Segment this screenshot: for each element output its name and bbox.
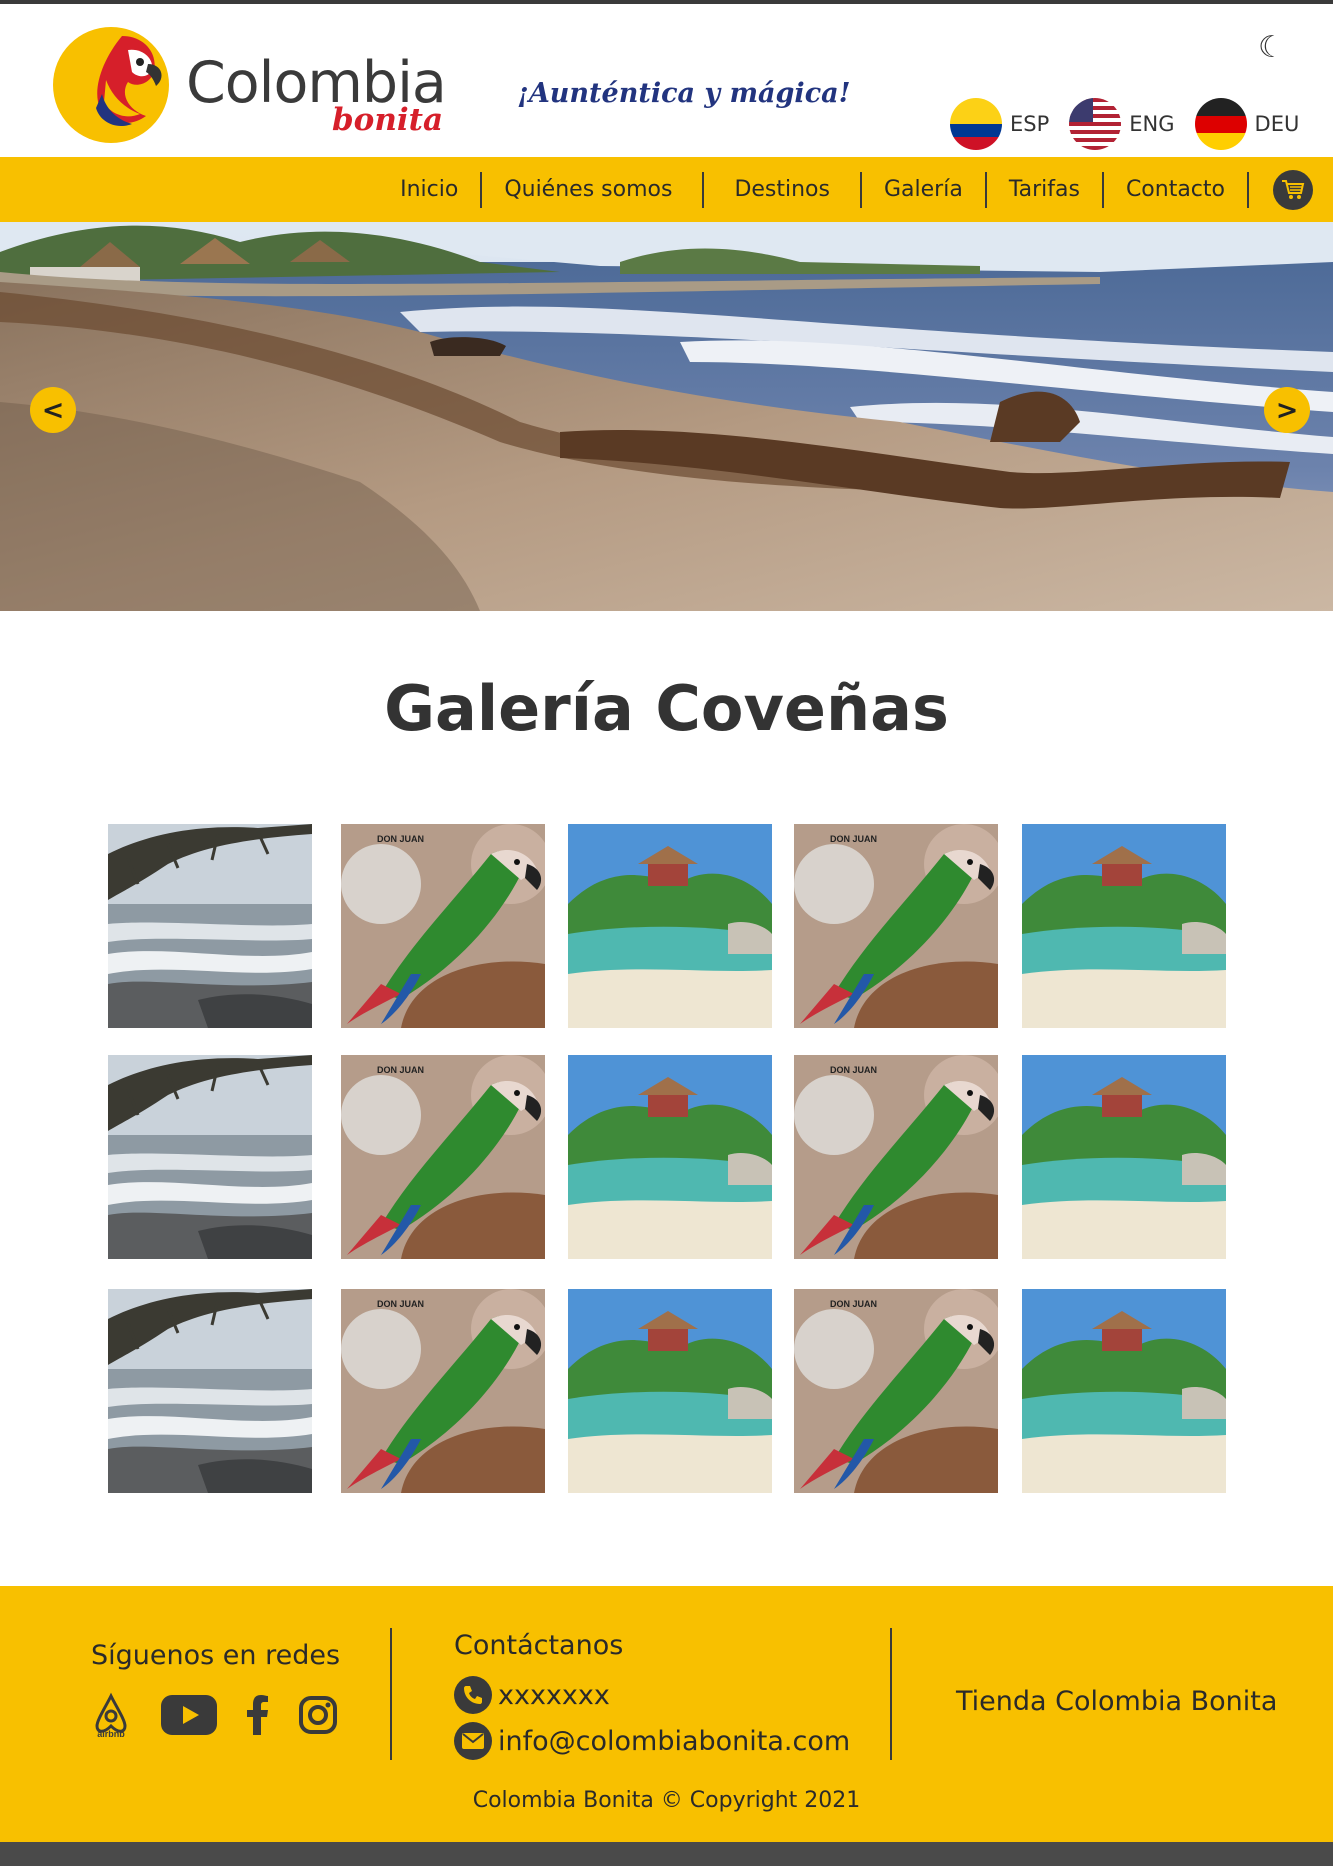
- gallery-thumb-macaw[interactable]: DON JUAN: [794, 1289, 998, 1493]
- gallery-thumb-island-cove[interactable]: [568, 1055, 772, 1259]
- macaw-photo: DON JUAN: [794, 824, 998, 1028]
- island-cove-photo: [568, 1289, 772, 1493]
- island-cove-photo: [568, 824, 772, 1028]
- macaw-photo: DON JUAN: [341, 1289, 545, 1493]
- island-cove-photo: [1022, 1055, 1226, 1259]
- gallery-thumb-beach-waves[interactable]: [108, 1289, 312, 1493]
- store-link[interactable]: Tienda Colombia Bonita: [956, 1686, 1277, 1717]
- gallery-thumb-beach-waves[interactable]: [108, 1055, 312, 1259]
- usa-flag-icon: [1069, 98, 1122, 150]
- contact-phone[interactable]: xxxxxxx: [454, 1676, 610, 1714]
- island-cove-photo: [568, 1055, 772, 1259]
- site-footer: Síguenos en redes airbnb Contáctanos xxx…: [0, 1586, 1333, 1842]
- slider-prev-button[interactable]: <: [30, 387, 76, 433]
- mail-icon: [454, 1722, 492, 1760]
- cart-icon[interactable]: [1273, 169, 1313, 210]
- gallery-thumb-beach-waves[interactable]: [108, 824, 312, 1028]
- macaw-logo-icon: [53, 27, 169, 143]
- hero-beach-image: [0, 222, 1333, 611]
- page-bottom-edge: [0, 1842, 1333, 1866]
- gallery-thumb-island-cove[interactable]: [568, 824, 772, 1028]
- photo-caption: DON JUAN: [377, 1065, 424, 1075]
- germany-flag-icon: [1194, 98, 1247, 150]
- nav-item-inicio[interactable]: Inicio: [378, 171, 483, 208]
- gallery-thumb-island-cove[interactable]: [1022, 824, 1226, 1028]
- copyright-text: Colombia Bonita © Copyright 2021: [472, 1788, 861, 1813]
- airbnb-label: airbnb: [97, 1729, 125, 1738]
- lang-code-label: ESP: [1010, 112, 1050, 136]
- photo-caption: DON JUAN: [377, 1299, 424, 1309]
- facebook-icon[interactable]: [247, 1695, 269, 1735]
- phone-icon: [454, 1676, 492, 1714]
- photo-caption: DON JUAN: [830, 1065, 877, 1075]
- gallery-thumb-macaw[interactable]: DON JUAN: [341, 1055, 545, 1259]
- photo-caption: DON JUAN: [830, 1299, 877, 1309]
- footer-divider: [390, 1628, 392, 1760]
- gallery-thumb-macaw[interactable]: DON JUAN: [794, 824, 998, 1028]
- page-title: Galería Coveñas: [384, 672, 949, 745]
- site-header: Colombia bonita ¡Aunténtica y mágica! ☾ …: [0, 4, 1333, 157]
- phone-number: xxxxxxx: [498, 1679, 610, 1711]
- instagram-icon[interactable]: [299, 1696, 337, 1734]
- footer-divider: [890, 1628, 892, 1760]
- gallery-thumb-island-cove[interactable]: [568, 1289, 772, 1493]
- nav-item-quienes-somos[interactable]: Quiénes somos: [482, 171, 705, 208]
- airbnb-icon[interactable]: airbnb: [91, 1692, 131, 1738]
- lang-option-deu[interactable]: DEU: [1194, 98, 1300, 150]
- beach-waves-photo: [108, 1055, 312, 1259]
- lang-option-esp[interactable]: ESP: [950, 98, 1049, 150]
- logo-subtitle: bonita: [332, 102, 444, 138]
- social-links: airbnb: [91, 1692, 367, 1738]
- macaw-photo: DON JUAN: [794, 1289, 998, 1493]
- email-address: info@colombiabonita.com: [498, 1725, 851, 1757]
- beach-waves-photo: [108, 824, 312, 1028]
- youtube-icon[interactable]: [161, 1695, 217, 1735]
- lang-option-eng[interactable]: ENG: [1069, 98, 1175, 150]
- gallery-thumb-island-cove[interactable]: [1022, 1289, 1226, 1493]
- dark-mode-toggle-icon[interactable]: ☾: [1258, 30, 1285, 65]
- hero-slider: < >: [0, 222, 1333, 611]
- macaw-photo: DON JUAN: [341, 824, 545, 1028]
- photo-caption: DON JUAN: [377, 834, 424, 844]
- nav-item-destinos[interactable]: Destinos: [704, 171, 862, 208]
- gallery-thumb-macaw[interactable]: DON JUAN: [794, 1055, 998, 1259]
- main-nav: Inicio Quiénes somos Destinos Galería Ta…: [0, 157, 1333, 222]
- nav-item-contacto[interactable]: Contacto: [1104, 171, 1249, 208]
- slider-next-button[interactable]: >: [1264, 387, 1310, 433]
- island-cove-photo: [1022, 824, 1226, 1028]
- lang-code-label: DEU: [1254, 112, 1300, 136]
- contact-email[interactable]: info@colombiabonita.com: [454, 1722, 850, 1760]
- lang-code-label: ENG: [1129, 112, 1175, 136]
- photo-caption: DON JUAN: [830, 834, 877, 844]
- gallery-thumb-macaw[interactable]: DON JUAN: [341, 824, 545, 1028]
- macaw-photo: DON JUAN: [794, 1055, 998, 1259]
- contact-title: Contáctanos: [454, 1630, 624, 1661]
- social-title: Síguenos en redes: [91, 1640, 341, 1671]
- site-tagline: ¡Aunténtica y mágica!: [517, 78, 851, 109]
- macaw-photo: DON JUAN: [341, 1055, 545, 1259]
- island-cove-photo: [1022, 1289, 1226, 1493]
- language-selector: ESP ENG DEU: [950, 98, 1299, 150]
- colombia-flag-icon: [950, 98, 1002, 150]
- site-logo[interactable]: Colombia bonita: [50, 22, 450, 147]
- gallery-thumb-island-cove[interactable]: [1022, 1055, 1226, 1259]
- gallery-thumb-macaw[interactable]: DON JUAN: [341, 1289, 545, 1493]
- photo-gallery: DON JUAN DON JUAN DON JUAN DON JUAN DON …: [108, 824, 1228, 1494]
- nav-item-galeria[interactable]: Galería: [862, 171, 987, 208]
- nav-item-tarifas[interactable]: Tarifas: [987, 171, 1104, 208]
- beach-waves-photo: [108, 1289, 312, 1493]
